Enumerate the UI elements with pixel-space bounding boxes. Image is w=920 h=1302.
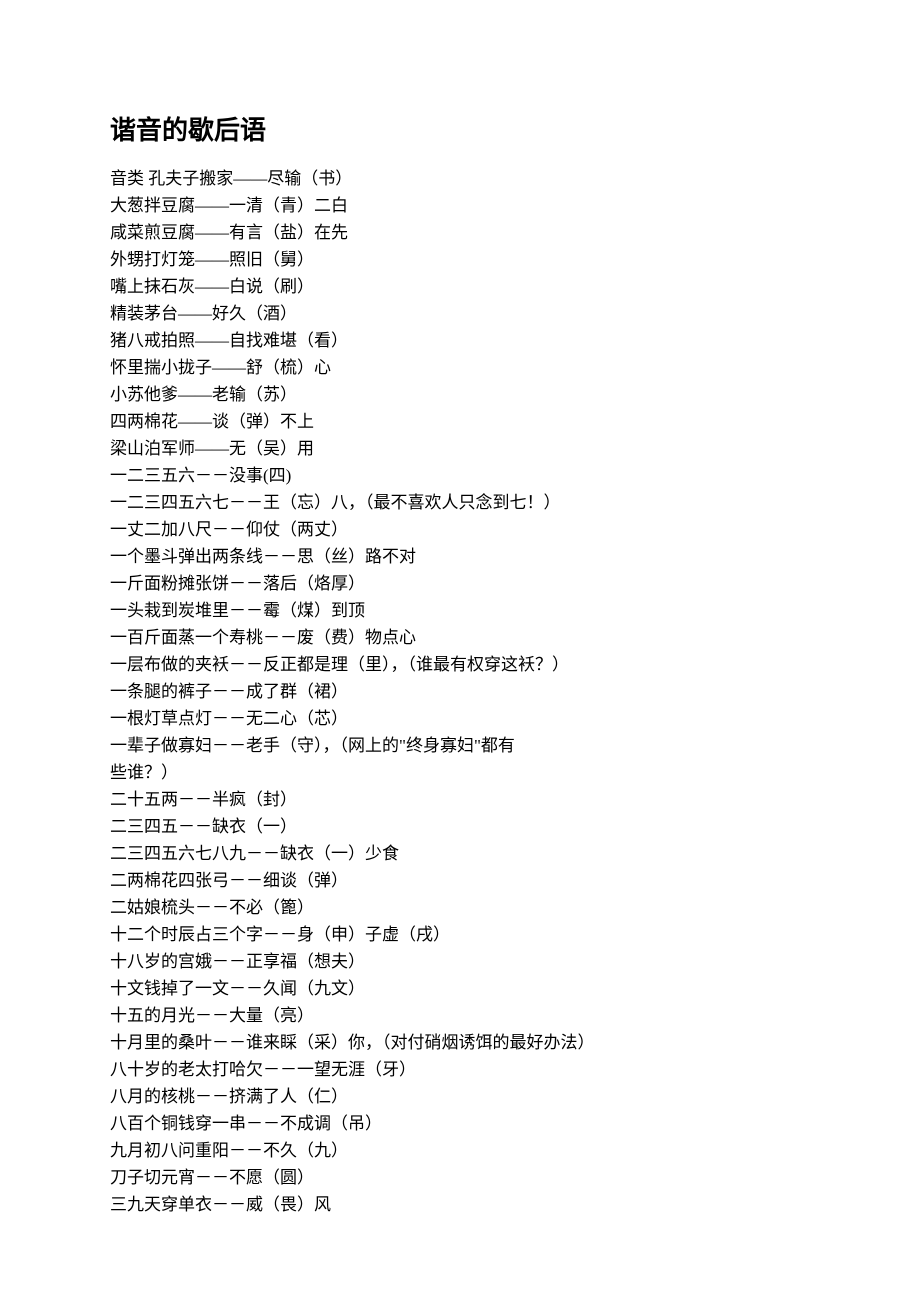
text-line: 音类 孔夫子搬家——尽输（书） bbox=[110, 165, 810, 192]
text-line: 十五的月光－－大量（亮） bbox=[110, 1002, 810, 1029]
document-title: 谐音的歇后语 bbox=[110, 110, 810, 147]
text-line: 十文钱掉了一文－－久闻（九文） bbox=[110, 975, 810, 1002]
text-line: 嘴上抹石灰——白说（刷） bbox=[110, 273, 810, 300]
text-line: 咸菜煎豆腐——有言（盐）在先 bbox=[110, 219, 810, 246]
text-line: 二两棉花四张弓－－细谈（弹） bbox=[110, 867, 810, 894]
text-line: 些谁？） bbox=[110, 759, 810, 786]
text-line: 一层布做的夹袄－－反正都是理（里），（谁最有权穿这袄？） bbox=[110, 651, 810, 678]
text-line: 四两棉花——谈（弹）不上 bbox=[110, 408, 810, 435]
text-line: 外甥打灯笼——照旧（舅） bbox=[110, 246, 810, 273]
text-line: 小苏他爹——老输（苏） bbox=[110, 381, 810, 408]
text-line: 二三四五六七八九－－缺衣（一）少食 bbox=[110, 840, 810, 867]
text-line: 八月的核桃－－挤满了人（仁） bbox=[110, 1083, 810, 1110]
text-line: 一百斤面蒸一个寿桃－－废（费）物点心 bbox=[110, 624, 810, 651]
text-line: 刀子切元宵－－不愿（圆） bbox=[110, 1164, 810, 1191]
text-line: 一头栽到炭堆里－－霉（煤）到顶 bbox=[110, 597, 810, 624]
text-line: 十月里的桑叶－－谁来睬（采）你，（对付硝烟诱饵的最好办法） bbox=[110, 1029, 810, 1056]
text-line: 大葱拌豆腐——一清（青）二白 bbox=[110, 192, 810, 219]
text-line: 二三四五－－缺衣（一） bbox=[110, 813, 810, 840]
text-line: 八百个铜钱穿一串－－不成调（吊） bbox=[110, 1110, 810, 1137]
text-line: 二十五两－－半疯（封） bbox=[110, 786, 810, 813]
text-line: 三九天穿单衣－－威（畏）风 bbox=[110, 1191, 810, 1218]
text-line: 九月初八问重阳－－不久（九） bbox=[110, 1137, 810, 1164]
text-line: 梁山泊军师——无（吴）用 bbox=[110, 435, 810, 462]
text-line: 一二三五六－－没事(四) bbox=[110, 462, 810, 489]
text-line: 怀里揣小拢子——舒（梳）心 bbox=[110, 354, 810, 381]
text-line: 一个墨斗弹出两条线－－思（丝）路不对 bbox=[110, 543, 810, 570]
text-line: 一二三四五六七－－王（忘）八，（最不喜欢人只念到七！） bbox=[110, 489, 810, 516]
text-line: 十二个时辰占三个字－－身（申）子虚（戌） bbox=[110, 921, 810, 948]
text-line: 十八岁的宫娥－－正享福（想夫） bbox=[110, 948, 810, 975]
text-line: 一辈子做寡妇－－老手（守），（网上的"终身寡妇"都有 bbox=[110, 732, 810, 759]
text-line: 一条腿的裤子－－成了群（裙） bbox=[110, 678, 810, 705]
document-body: 音类 孔夫子搬家——尽输（书）大葱拌豆腐——一清（青）二白咸菜煎豆腐——有言（盐… bbox=[110, 165, 810, 1218]
text-line: 猪八戒拍照——自找难堪（看） bbox=[110, 327, 810, 354]
text-line: 一丈二加八尺－－仰仗（两丈） bbox=[110, 516, 810, 543]
text-line: 精装茅台——好久（酒） bbox=[110, 300, 810, 327]
text-line: 一根灯草点灯－－无二心（芯） bbox=[110, 705, 810, 732]
text-line: 八十岁的老太打哈欠－－一望无涯（牙） bbox=[110, 1056, 810, 1083]
text-line: 一斤面粉摊张饼－－落后（烙厚） bbox=[110, 570, 810, 597]
text-line: 二姑娘梳头－－不必（篦） bbox=[110, 894, 810, 921]
